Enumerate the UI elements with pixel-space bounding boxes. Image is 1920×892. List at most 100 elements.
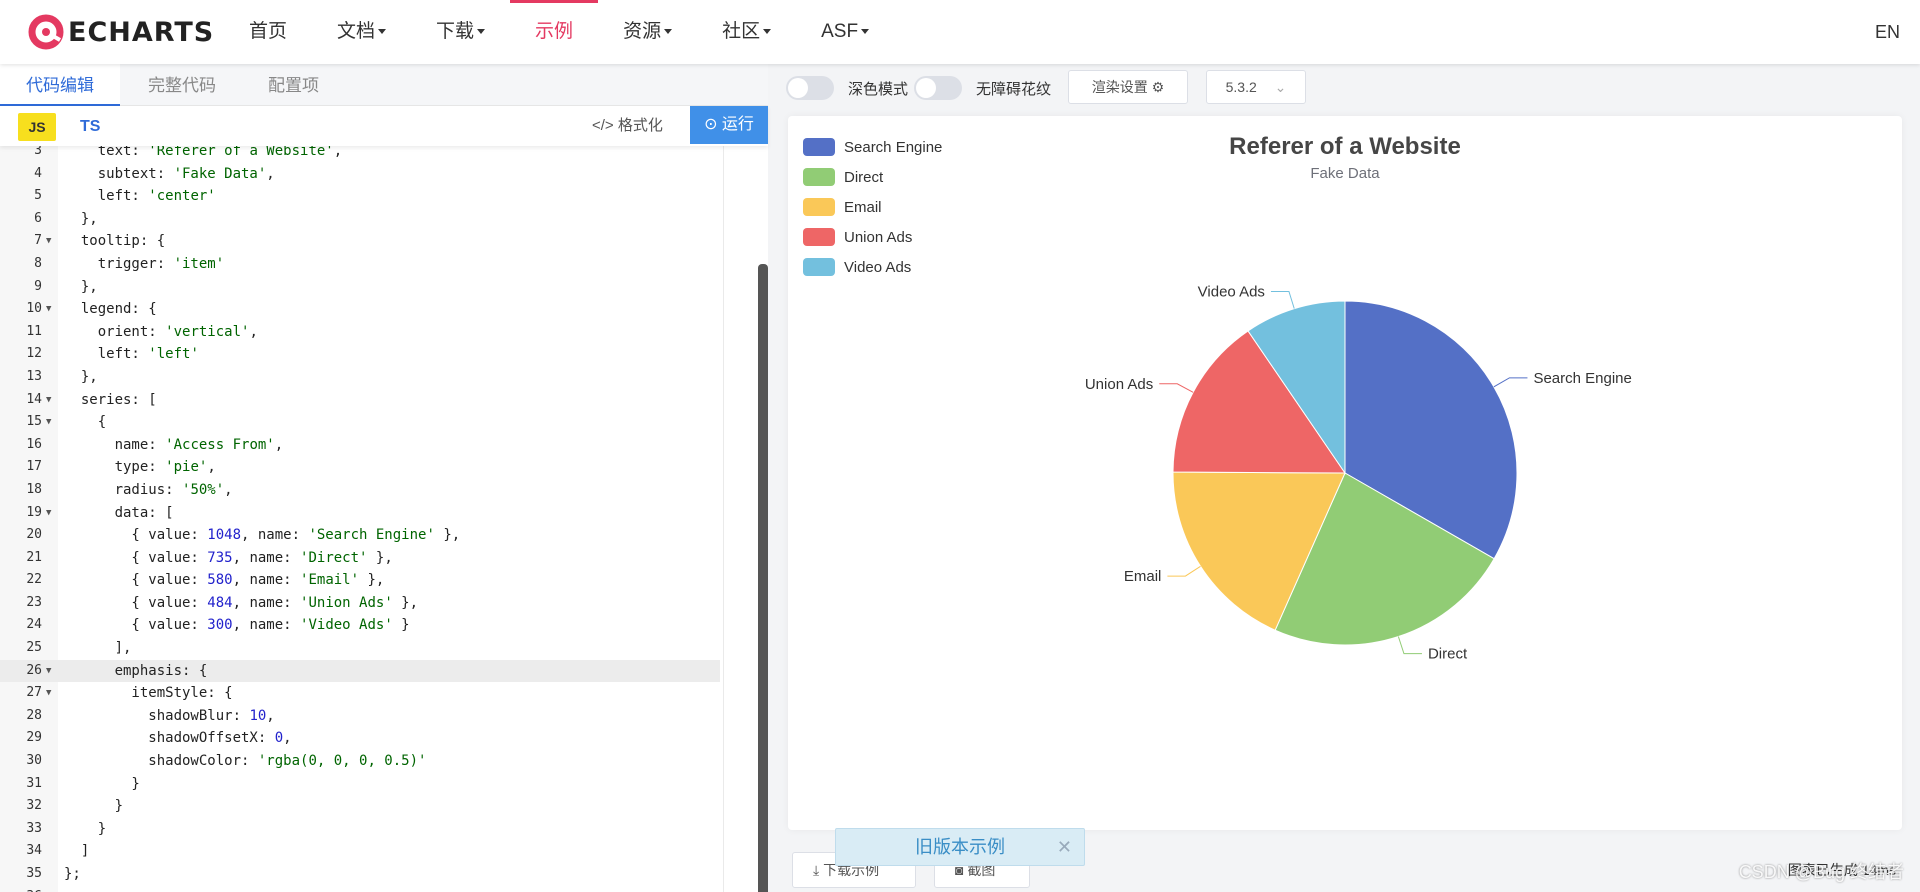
code-text: itemStyle: { (64, 685, 233, 702)
line-number: 23 (26, 594, 42, 610)
legend-swatch[interactable] (803, 168, 835, 186)
caret-down-icon (763, 29, 772, 35)
legend-label[interactable]: Direct (844, 169, 884, 186)
fold-arrow-icon[interactable]: ▼ (46, 411, 51, 434)
code-text: } (64, 798, 124, 815)
code-text: { value: 580, name: 'Email' }, (64, 572, 385, 589)
code-line: 29 shadowOffsetX: 0, (0, 727, 720, 750)
fold-arrow-icon[interactable]: ▼ (46, 298, 51, 321)
editor-tabs: 代码编辑 完整代码 配置项 (0, 64, 768, 106)
code-line: 31 } (0, 773, 720, 796)
code-text: { value: 300, name: 'Video Ads' } (64, 617, 410, 634)
legend-swatch[interactable] (803, 258, 835, 276)
line-number: 14 (26, 391, 42, 407)
line-number: 20 (26, 527, 42, 543)
line-number: 35 (26, 866, 42, 881)
tab-full-code[interactable]: 完整代码 (122, 64, 242, 106)
legend-swatch[interactable] (803, 138, 835, 156)
fold-arrow-icon[interactable]: ▼ (46, 682, 51, 705)
code-line: 26 ▼ emphasis: { (0, 659, 720, 683)
legend-label[interactable]: Search Engine (844, 139, 942, 156)
fold-arrow-icon[interactable]: ▼ (46, 502, 51, 525)
run-label: 运行 (721, 116, 754, 133)
pie-chart[interactable]: Search Engine Direct Email Union Ads Video A… (788, 116, 1902, 830)
run-button[interactable]: ⊙ 运行 (690, 106, 768, 144)
code-line: 28 shadowBlur: 10, (0, 705, 720, 728)
gear-icon: ⚙ (1151, 79, 1165, 95)
print-margin (723, 146, 724, 892)
code-line: 3 text: 'Referer of a Website', (0, 146, 720, 163)
dark-mode-toggle[interactable] (786, 76, 834, 100)
fold-arrow-icon[interactable]: ▼ (46, 230, 51, 253)
close-icon[interactable]: ✕ (1057, 829, 1072, 865)
ts-toggle[interactable]: TS (80, 113, 100, 141)
play-circle-icon: ⊙ (704, 116, 718, 133)
nav-item-2[interactable]: 下载 (411, 0, 510, 64)
code-text: tooltip: { (64, 233, 166, 250)
code-text: text: 'Referer of a Website', (97, 146, 343, 159)
line-number: 29 (26, 730, 42, 746)
code-line: 19 ▼ data: [ (0, 502, 720, 525)
code-line: 14 ▼ series: [ (0, 389, 720, 412)
code-text: shadowOffsetX: 0, (64, 730, 292, 747)
echarts-logo[interactable]: ECHARTS (26, 12, 214, 52)
nav-item-label: 首页 (249, 21, 288, 42)
line-number: 21 (26, 549, 42, 565)
code-text: left: 'left' (64, 346, 199, 363)
legend-swatch[interactable] (803, 228, 835, 246)
line-number: 10 (26, 301, 42, 317)
slice-label: Email (1124, 568, 1162, 585)
code-editor[interactable]: 3 text: 'Referer of a Website', 4 subtext… (0, 146, 768, 892)
code-text: }, (64, 368, 98, 385)
code-line: 13 }, (0, 366, 720, 389)
label-leader-line (1493, 377, 1528, 388)
nav-item-4[interactable]: 资源 (598, 0, 697, 64)
preview-panel: 深色模式 无障碍花纹 渲染设置 ⚙ 5.3.2 ⌄ Search Engine D… (768, 64, 1920, 892)
fold-arrow-icon[interactable]: ▼ (46, 389, 51, 412)
line-number: 34 (26, 843, 42, 859)
chart-subtitle: Fake Data (1310, 165, 1380, 182)
code-text: data: [ (64, 504, 174, 521)
code-text: emphasis: { (64, 662, 208, 679)
nav-item-label: 示例 (535, 21, 574, 42)
code-text: { value: 484, name: 'Union Ads' }, (64, 594, 419, 611)
legend-label[interactable]: Union Ads (844, 229, 912, 246)
version-select[interactable]: 5.3.2 ⌄ (1206, 70, 1306, 104)
nav-item-label: 文档 (337, 21, 376, 42)
js-toggle[interactable]: JS (18, 113, 56, 141)
line-number: 27 (26, 685, 42, 701)
old-version-example-banner[interactable]: 旧版本示例 ✕ (835, 828, 1085, 866)
code-text: }; (64, 866, 81, 882)
code-line: 15 ▼ { (0, 411, 720, 434)
nav-item-label: 社区 (722, 21, 761, 42)
code-line: 30 shadowColor: 'rgba(0, 0, 0, 0.5)' (0, 750, 720, 773)
code-text: trigger: 'item' (64, 255, 225, 272)
caret-down-icon (477, 29, 486, 35)
editor-scrollbar-thumb[interactable] (758, 264, 768, 892)
code-text: legend: { (64, 301, 157, 318)
aria-pattern-toggle[interactable] (914, 76, 962, 100)
legend-swatch[interactable] (803, 198, 835, 216)
nav-item-1[interactable]: 文档 (312, 0, 411, 64)
format-button[interactable]: </> 格式化 (592, 112, 663, 140)
fold-arrow-icon[interactable]: ▼ (46, 660, 51, 683)
line-number: 31 (26, 775, 42, 791)
nav-item-5[interactable]: 社区 (697, 0, 796, 64)
nav-item-3[interactable]: 示例 (510, 0, 599, 64)
code-line: 22 { value: 580, name: 'Email' }, (0, 569, 720, 592)
slice-label: Union Ads (1085, 376, 1153, 393)
code-line: 33 } (0, 818, 720, 841)
line-number: 25 (26, 640, 42, 656)
code-line: 27 ▼ itemStyle: { (0, 682, 720, 705)
nav-item-6[interactable]: ASF (796, 0, 894, 64)
nav-item-0[interactable]: 首页 (224, 0, 312, 64)
legend-label[interactable]: Email (844, 199, 882, 216)
watermark: CSDN @Bug 终结者 (1738, 862, 1904, 882)
code-text: }, (64, 278, 98, 295)
legend-label[interactable]: Video Ads (844, 259, 911, 276)
render-settings-button[interactable]: 渲染设置 ⚙ (1068, 70, 1188, 104)
tab-options[interactable]: 配置项 (242, 64, 345, 106)
tab-code-edit[interactable]: 代码编辑 (0, 64, 120, 106)
line-number: 22 (26, 572, 42, 588)
language-switch[interactable]: EN (1875, 0, 1900, 64)
